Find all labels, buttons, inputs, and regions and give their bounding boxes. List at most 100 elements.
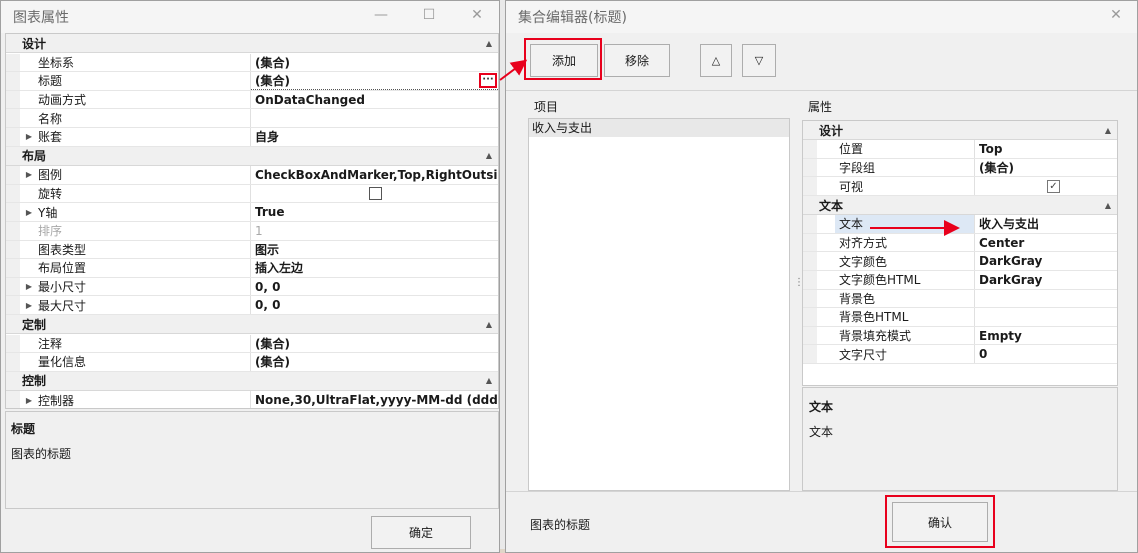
property-row[interactable]: ▶ Y轴 True — [6, 203, 498, 222]
collapse-caret-icon[interactable]: ▲ — [486, 39, 492, 48]
property-value[interactable] — [251, 185, 498, 203]
remove-button[interactable]: 移除 — [604, 44, 670, 77]
category-header[interactable]: 文本 ▲ — [803, 196, 1117, 215]
property-row[interactable]: 动画方式 OnDataChanged — [6, 90, 498, 110]
property-row[interactable]: 排序 1 — [6, 222, 498, 241]
property-value[interactable]: DarkGray — [975, 271, 1117, 289]
move-up-button[interactable]: △ — [700, 44, 732, 77]
property-value[interactable]: Center — [975, 234, 1117, 252]
property-value[interactable]: None,30,UltraFlat,yyyy-MM-dd (ddd) — [251, 391, 498, 408]
property-value[interactable]: 插入左边 — [251, 259, 498, 277]
property-row[interactable]: 量化信息 (集合) — [6, 353, 498, 372]
expand-arrow-icon[interactable]: ▶ — [20, 391, 38, 408]
property-row[interactable]: 文字颜色 DarkGray — [803, 252, 1117, 271]
collapse-caret-icon[interactable]: ▲ — [486, 376, 492, 385]
property-row[interactable]: 文本 收入与支出 — [803, 215, 1117, 234]
property-row[interactable]: ▶ 最大尺寸 0, 0 — [6, 296, 498, 315]
property-value[interactable]: CheckBoxAndMarker,Top,RightOutsi... — [251, 166, 498, 184]
property-name: 最小尺寸 — [38, 277, 251, 296]
property-value[interactable]: 0, 0 — [251, 278, 498, 296]
property-value-text: (集合) — [255, 355, 290, 370]
items-list[interactable]: 收入与支出 — [528, 118, 790, 491]
minimize-icon[interactable]: — — [371, 7, 391, 23]
property-value-text: 图示 — [255, 242, 280, 257]
row-gutter — [803, 252, 817, 270]
close-icon[interactable]: ✕ — [467, 7, 487, 23]
property-row[interactable]: 文字尺寸 0 — [803, 345, 1117, 364]
property-value[interactable]: (集合) — [975, 159, 1117, 177]
ellipsis-button[interactable]: ··· — [479, 73, 497, 89]
category-header[interactable]: 控制 ▲ — [6, 371, 498, 391]
property-row[interactable]: ▶ 账套 自身 — [6, 128, 498, 147]
property-row[interactable]: ▶ 控制器 None,30,UltraFlat,yyyy-MM-dd (ddd) — [6, 391, 498, 408]
property-name: 排序 — [38, 222, 251, 240]
property-row[interactable]: 坐标系 (集合) — [6, 53, 498, 73]
expand-arrow-icon[interactable]: ▶ — [20, 277, 38, 296]
property-value-text: 0, 0 — [255, 298, 281, 313]
splitter-handle[interactable]: ⋮ — [794, 278, 804, 288]
property-row[interactable]: ▶ 图例 CheckBoxAndMarker,Top,RightOutsi... — [6, 166, 498, 185]
category-header[interactable]: 布局 ▲ — [6, 146, 498, 166]
property-value[interactable]: (集合) — [251, 54, 498, 72]
close-icon[interactable]: ✕ — [1106, 7, 1126, 23]
property-value[interactable]: DarkGray — [975, 252, 1117, 270]
row-gutter — [803, 140, 817, 158]
property-value[interactable]: Empty — [975, 327, 1117, 345]
row-gutter — [6, 277, 20, 296]
property-value[interactable]: 0 — [975, 345, 1117, 363]
category-header[interactable]: 设计 ▲ — [6, 34, 498, 53]
property-value[interactable]: 自身 — [251, 128, 498, 146]
expand-arrow-icon[interactable]: ▶ — [20, 166, 38, 184]
maximize-icon[interactable]: ☐ — [419, 7, 439, 23]
visible-checkbox[interactable]: ✓ — [1047, 179, 1060, 193]
property-value-text: OnDataChanged — [255, 92, 365, 107]
property-row[interactable]: 字段组 (集合) — [803, 158, 1117, 178]
property-row[interactable]: 位置 Top — [803, 140, 1117, 159]
category-header[interactable]: 定制 ▲ — [6, 315, 498, 334]
property-row[interactable]: ▶ 最小尺寸 0, 0 — [6, 277, 498, 297]
collapse-caret-icon[interactable]: ▲ — [1105, 126, 1111, 135]
property-row[interactable]: 可视 ✓ — [803, 177, 1117, 196]
property-value[interactable]: OnDataChanged — [251, 91, 498, 109]
property-value[interactable]: True — [251, 203, 498, 221]
property-value[interactable]: 收入与支出 — [975, 215, 1117, 233]
expand-arrow-icon[interactable]: ▶ — [20, 203, 38, 221]
property-row[interactable]: 旋转 — [6, 184, 498, 204]
ok-button[interactable]: 确定 — [371, 516, 471, 549]
expand-arrow-icon[interactable]: ▶ — [20, 128, 38, 146]
property-value[interactable] — [251, 109, 498, 127]
property-row[interactable]: 注释 (集合) — [6, 334, 498, 354]
collapse-caret-icon[interactable]: ▲ — [486, 320, 492, 329]
property-row[interactable]: 背景填充模式 Empty — [803, 326, 1117, 346]
property-row[interactable]: 背景色 — [803, 289, 1117, 309]
row-gutter — [803, 158, 817, 177]
property-row[interactable]: 布局位置 插入左边 — [6, 259, 498, 278]
collapse-caret-icon[interactable]: ▲ — [1105, 201, 1111, 210]
row-indent — [20, 72, 38, 90]
property-row[interactable]: 图表类型 图示 — [6, 240, 498, 260]
property-value[interactable]: Top — [975, 140, 1117, 158]
property-value[interactable]: (集合) — [251, 353, 498, 371]
property-value[interactable] — [975, 290, 1117, 308]
property-value[interactable]: (集合) — [251, 335, 498, 353]
property-value[interactable]: 0, 0 — [251, 296, 498, 314]
collapse-caret-icon[interactable]: ▲ — [486, 151, 492, 160]
property-row[interactable]: 背景色HTML — [803, 308, 1117, 327]
property-value[interactable]: 图示 — [251, 241, 498, 259]
property-row[interactable]: 文字颜色HTML DarkGray — [803, 271, 1117, 290]
property-value[interactable]: 1 — [251, 222, 498, 240]
row-indent — [817, 140, 835, 158]
property-value[interactable] — [975, 308, 1117, 326]
property-value[interactable]: (集合) ··· — [251, 72, 498, 90]
list-item[interactable]: 收入与支出 — [529, 119, 789, 137]
property-row[interactable]: 标题 (集合) ··· — [6, 72, 498, 91]
row-gutter — [6, 222, 20, 240]
category-header[interactable]: 设计 ▲ — [803, 121, 1117, 140]
rotate-checkbox[interactable] — [369, 187, 382, 201]
row-indent — [817, 289, 835, 308]
move-down-button[interactable]: ▽ — [742, 44, 776, 77]
expand-arrow-icon[interactable]: ▶ — [20, 296, 38, 314]
property-value[interactable]: ✓ — [975, 177, 1117, 195]
property-row[interactable]: 对齐方式 Center — [803, 233, 1117, 253]
property-row[interactable]: 名称 — [6, 109, 498, 128]
